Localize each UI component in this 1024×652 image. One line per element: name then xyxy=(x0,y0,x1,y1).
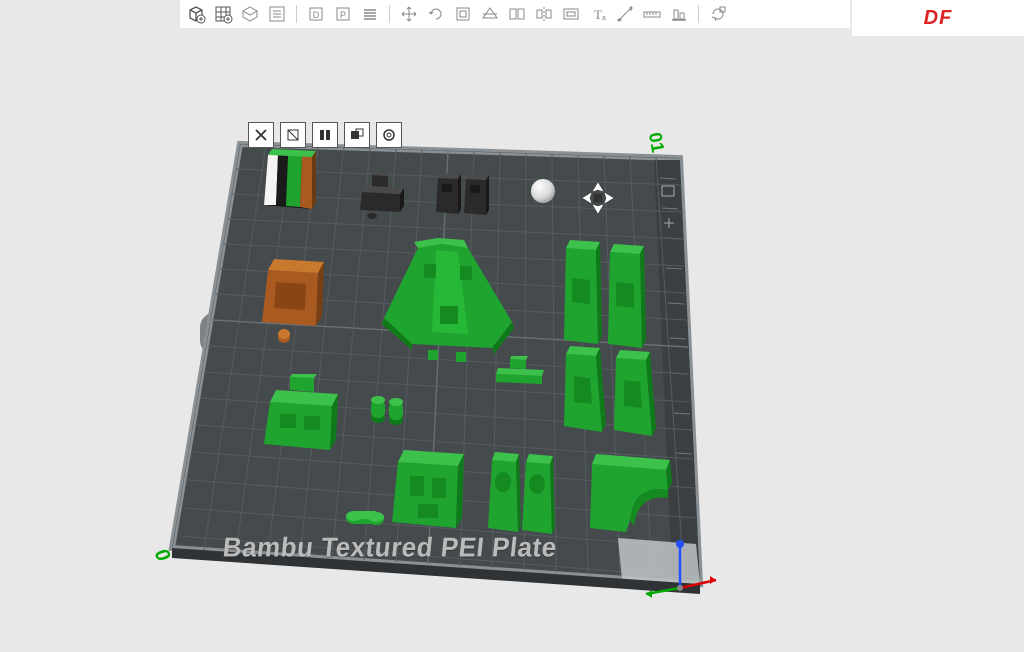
part-green-wings[interactable] xyxy=(558,346,668,456)
hollow-icon[interactable] xyxy=(559,2,583,26)
rotate-icon[interactable] xyxy=(424,2,448,26)
svg-text:P: P xyxy=(340,10,346,20)
svg-text:D: D xyxy=(313,10,320,20)
add-grid-icon[interactable] xyxy=(211,2,235,26)
plate-number: 01 xyxy=(644,131,668,154)
part-green-pill[interactable] xyxy=(344,508,388,526)
scale-icon[interactable] xyxy=(451,2,475,26)
part-black-pair[interactable] xyxy=(434,164,498,224)
plate-controls xyxy=(248,122,402,148)
part-green-tank[interactable] xyxy=(260,374,356,466)
lock-icon[interactable] xyxy=(280,122,306,148)
toolbar-separator xyxy=(296,5,297,23)
align-icon[interactable] xyxy=(667,2,691,26)
brand-text: DF xyxy=(924,7,953,30)
add-cube-icon[interactable] xyxy=(184,2,208,26)
toolbar-separator xyxy=(698,5,699,23)
select-p-icon[interactable]: P xyxy=(331,2,355,26)
columns-icon[interactable] xyxy=(312,122,338,148)
main-toolbar: D P Ta xyxy=(180,0,850,28)
close-icon[interactable] xyxy=(248,122,274,148)
ruler-icon[interactable] xyxy=(640,2,664,26)
mirror-icon[interactable] xyxy=(532,2,556,26)
plate-label: Bambu Textured PEI Plate xyxy=(221,531,558,564)
part-sphere[interactable] xyxy=(528,176,558,206)
svg-text:a: a xyxy=(602,15,606,22)
move-icon[interactable] xyxy=(397,2,421,26)
part-green-pegs[interactable] xyxy=(368,394,408,430)
part-cursor-widget[interactable] xyxy=(578,178,620,220)
plane-cut-icon[interactable] xyxy=(478,2,502,26)
text-icon[interactable]: Ta xyxy=(586,2,610,26)
measure-icon[interactable] xyxy=(613,2,637,26)
part-orange-box[interactable] xyxy=(254,248,340,358)
sheet-icon[interactable] xyxy=(238,2,262,26)
part-color-swatch[interactable] xyxy=(262,143,326,223)
toolbar-separator xyxy=(389,5,390,23)
layers-icon[interactable] xyxy=(358,2,382,26)
part-green-block[interactable] xyxy=(388,444,480,544)
part-black-camera[interactable] xyxy=(354,166,414,222)
svg-text:T: T xyxy=(594,7,602,22)
viewport-3d[interactable]: 01 0 Bambu Textured PEI Plate xyxy=(0,28,1024,652)
list-icon[interactable] xyxy=(265,2,289,26)
fill-icon[interactable] xyxy=(344,122,370,148)
axis-gizmo[interactable] xyxy=(640,538,720,608)
settings-icon[interactable] xyxy=(376,122,402,148)
refresh-icon[interactable] xyxy=(706,2,730,26)
part-green-curve[interactable] xyxy=(582,448,682,544)
part-green-bar[interactable] xyxy=(490,356,554,396)
select-cube-icon[interactable]: D xyxy=(304,2,328,26)
split-icon[interactable] xyxy=(505,2,529,26)
